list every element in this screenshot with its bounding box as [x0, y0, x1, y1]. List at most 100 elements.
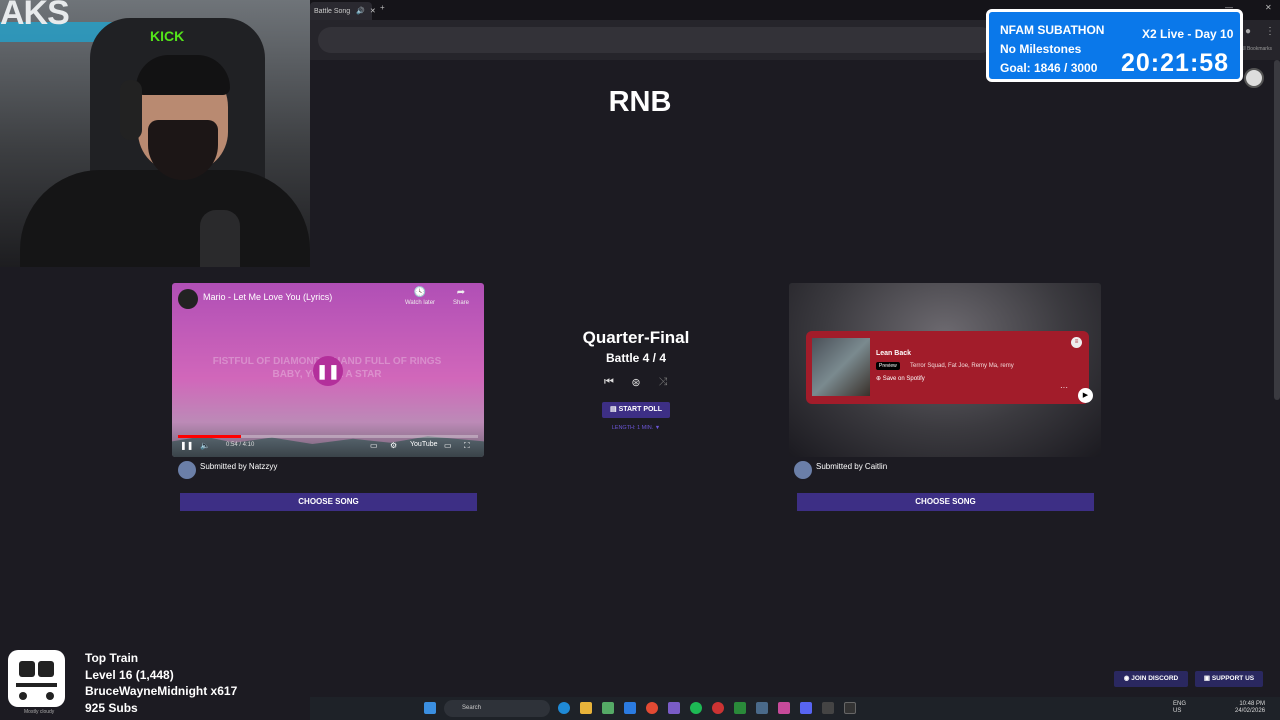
steam-icon[interactable] — [756, 702, 768, 714]
subathon-goal: Goal: 1846 / 3000 — [1000, 61, 1098, 75]
battle-count: Battle 4 / 4 — [605, 351, 667, 365]
discord-taskbar-icon[interactable] — [800, 702, 812, 714]
album-art[interactable] — [812, 338, 870, 396]
windows-taskbar: Search ENG US 10:48 PM 24/02/2026 — [310, 697, 1280, 720]
clock-date: 24/02/2026 — [1235, 708, 1266, 714]
browser-tab[interactable]: Battle Song 🔊 ✕ — [310, 2, 376, 20]
app-icon[interactable] — [778, 702, 790, 714]
top-train-user: BruceWayneMidnight x617 — [85, 684, 238, 698]
youtube-logo[interactable]: YouTube — [410, 441, 438, 448]
language-indicator[interactable]: ENG US — [1173, 701, 1186, 715]
chrome-icon[interactable] — [646, 702, 658, 714]
subathon-milestones: No Milestones — [1000, 42, 1082, 56]
shuffle-icon[interactable]: ⤨ — [656, 376, 670, 390]
track-artists[interactable]: Terror Squad, Fat Joe, Remy Ma, remy — [910, 363, 1014, 369]
cast-icon[interactable]: ▭ — [444, 441, 452, 450]
join-discord-label: JOIN DISCORD — [1131, 675, 1179, 682]
fullscreen-icon[interactable]: ⛶ — [464, 441, 470, 451]
preview-badge: Preview — [876, 362, 900, 370]
headset — [120, 80, 142, 140]
video-progress-bar[interactable] — [178, 435, 478, 438]
stage-title: Quarter-Final — [582, 328, 690, 347]
plus-circle-icon: ⊕ — [876, 376, 883, 382]
clock-time: 10:48 PM — [1239, 701, 1266, 707]
file-explorer-icon[interactable] — [580, 702, 592, 714]
download-icon[interactable]: ⊛ — [629, 376, 643, 390]
start-poll-button[interactable]: ▤ START POLL — [602, 402, 670, 418]
submitter-avatar — [792, 459, 814, 481]
captions-icon[interactable]: ▭ — [370, 441, 378, 450]
settings-icon[interactable]: ⚙ — [390, 441, 397, 450]
share-button[interactable]: ➦ Share — [441, 287, 481, 306]
play-pause-icon[interactable]: ❚❚ — [180, 441, 193, 450]
profile-avatar[interactable] — [1244, 68, 1264, 88]
support-us-button[interactable]: ▣ SUPPORT US — [1195, 671, 1263, 687]
join-discord-button[interactable]: ◉ JOIN DISCORD — [1114, 671, 1188, 687]
subathon-overlay: NFAM SUBATHON X2 Live - Day 10 No Milest… — [986, 9, 1243, 82]
channel-avatar[interactable] — [178, 289, 198, 309]
track-title[interactable]: Lean Back — [876, 350, 911, 357]
store-icon[interactable] — [602, 702, 614, 714]
choose-song-right-button[interactable]: CHOOSE SONG — [797, 493, 1094, 511]
top-train-info: Top Train Level 16 (1,448) BruceWayneMid… — [85, 650, 237, 716]
extensions-icon[interactable]: ● — [1245, 26, 1251, 37]
more-options-icon[interactable]: ··· — [1060, 383, 1068, 392]
submitter-avatar — [176, 459, 198, 481]
top-train-level: Level 16 (1,448) — [85, 667, 174, 682]
edge-icon[interactable] — [558, 702, 570, 714]
train-wheel — [19, 692, 27, 700]
right-song-video[interactable]: Lean Back Preview Terror Squad, Fat Joe,… — [789, 283, 1101, 457]
spotify-icon[interactable]: ≡ — [1071, 337, 1082, 348]
support-us-label: SUPPORT US — [1211, 675, 1255, 682]
play-icon[interactable]: ▶ — [1078, 388, 1093, 403]
clock[interactable]: 10:48 PM 24/02/2026 — [1235, 701, 1265, 715]
subathon-live-day: X2 Live - Day 10 — [1142, 27, 1234, 41]
new-tab-icon[interactable]: + — [380, 3, 385, 12]
top-train-title: Top Train — [85, 651, 139, 665]
poll-icon: ▤ — [610, 406, 619, 413]
video-progress-fill — [178, 435, 241, 438]
app-icon[interactable] — [822, 702, 834, 714]
video-time: 0:54 / 4:10 — [226, 442, 255, 448]
close-window-icon[interactable]: ✕ — [1265, 3, 1272, 12]
all-bookmarks[interactable]: All Bookmarks — [1240, 46, 1272, 52]
previous-icon[interactable]: ⏮ — [602, 376, 616, 390]
obs-icon[interactable] — [712, 702, 724, 714]
train-bar — [16, 683, 57, 687]
video-title[interactable]: Mario - Let Me Love You (Lyrics) — [203, 292, 332, 302]
tab-audio-icon[interactable]: 🔊 — [356, 8, 365, 15]
support-icon: ▣ — [1203, 675, 1212, 682]
clock-icon: 🕓 — [413, 287, 427, 298]
mail-icon[interactable] — [624, 702, 636, 714]
train-wheel — [46, 692, 54, 700]
left-song-video[interactable]: Mario - Let Me Love You (Lyrics) 🕓 Watch… — [172, 283, 484, 457]
volume-icon[interactable]: 🔈 — [200, 441, 210, 450]
app-icon[interactable] — [668, 702, 680, 714]
spotify-embed[interactable]: Lean Back Preview Terror Squad, Fat Joe,… — [806, 331, 1093, 404]
page-scrollbar[interactable] — [1274, 60, 1280, 400]
train-icon — [8, 650, 65, 707]
spotify-taskbar-icon[interactable] — [690, 702, 702, 714]
region-label: US — [1173, 708, 1182, 714]
poll-length-select[interactable]: LENGTH: 1 MIN. ▼ — [586, 425, 686, 431]
microphone — [200, 210, 240, 267]
submitter-text: Submitted by Caitlin — [816, 462, 888, 471]
choose-song-left-button[interactable]: CHOOSE SONG — [180, 493, 477, 511]
taskbar-search[interactable]: Search — [444, 700, 550, 717]
watch-later-button[interactable]: 🕓 Watch later — [400, 287, 440, 306]
category-title: RNB — [608, 86, 672, 118]
windows-start-icon[interactable] — [424, 702, 436, 714]
menu-icon[interactable]: ⋮ — [1265, 26, 1275, 37]
tab-close-icon[interactable]: ✕ — [370, 8, 376, 15]
app-icon[interactable] — [844, 702, 856, 714]
tab-label: Battle Song — [314, 8, 351, 15]
save-on-spotify-button[interactable]: ⊕ Save on Spotify — [876, 375, 925, 382]
watch-later-label: Watch later — [404, 300, 436, 306]
pause-icon[interactable]: ❚❚ — [313, 356, 343, 386]
lang-label: ENG — [1173, 701, 1187, 707]
address-bar[interactable] — [318, 27, 994, 53]
webcam-feed: AKS KICK — [0, 0, 310, 267]
train-window — [19, 661, 35, 677]
excel-icon[interactable] — [734, 702, 746, 714]
top-train-subs: 925 Subs — [85, 700, 138, 715]
